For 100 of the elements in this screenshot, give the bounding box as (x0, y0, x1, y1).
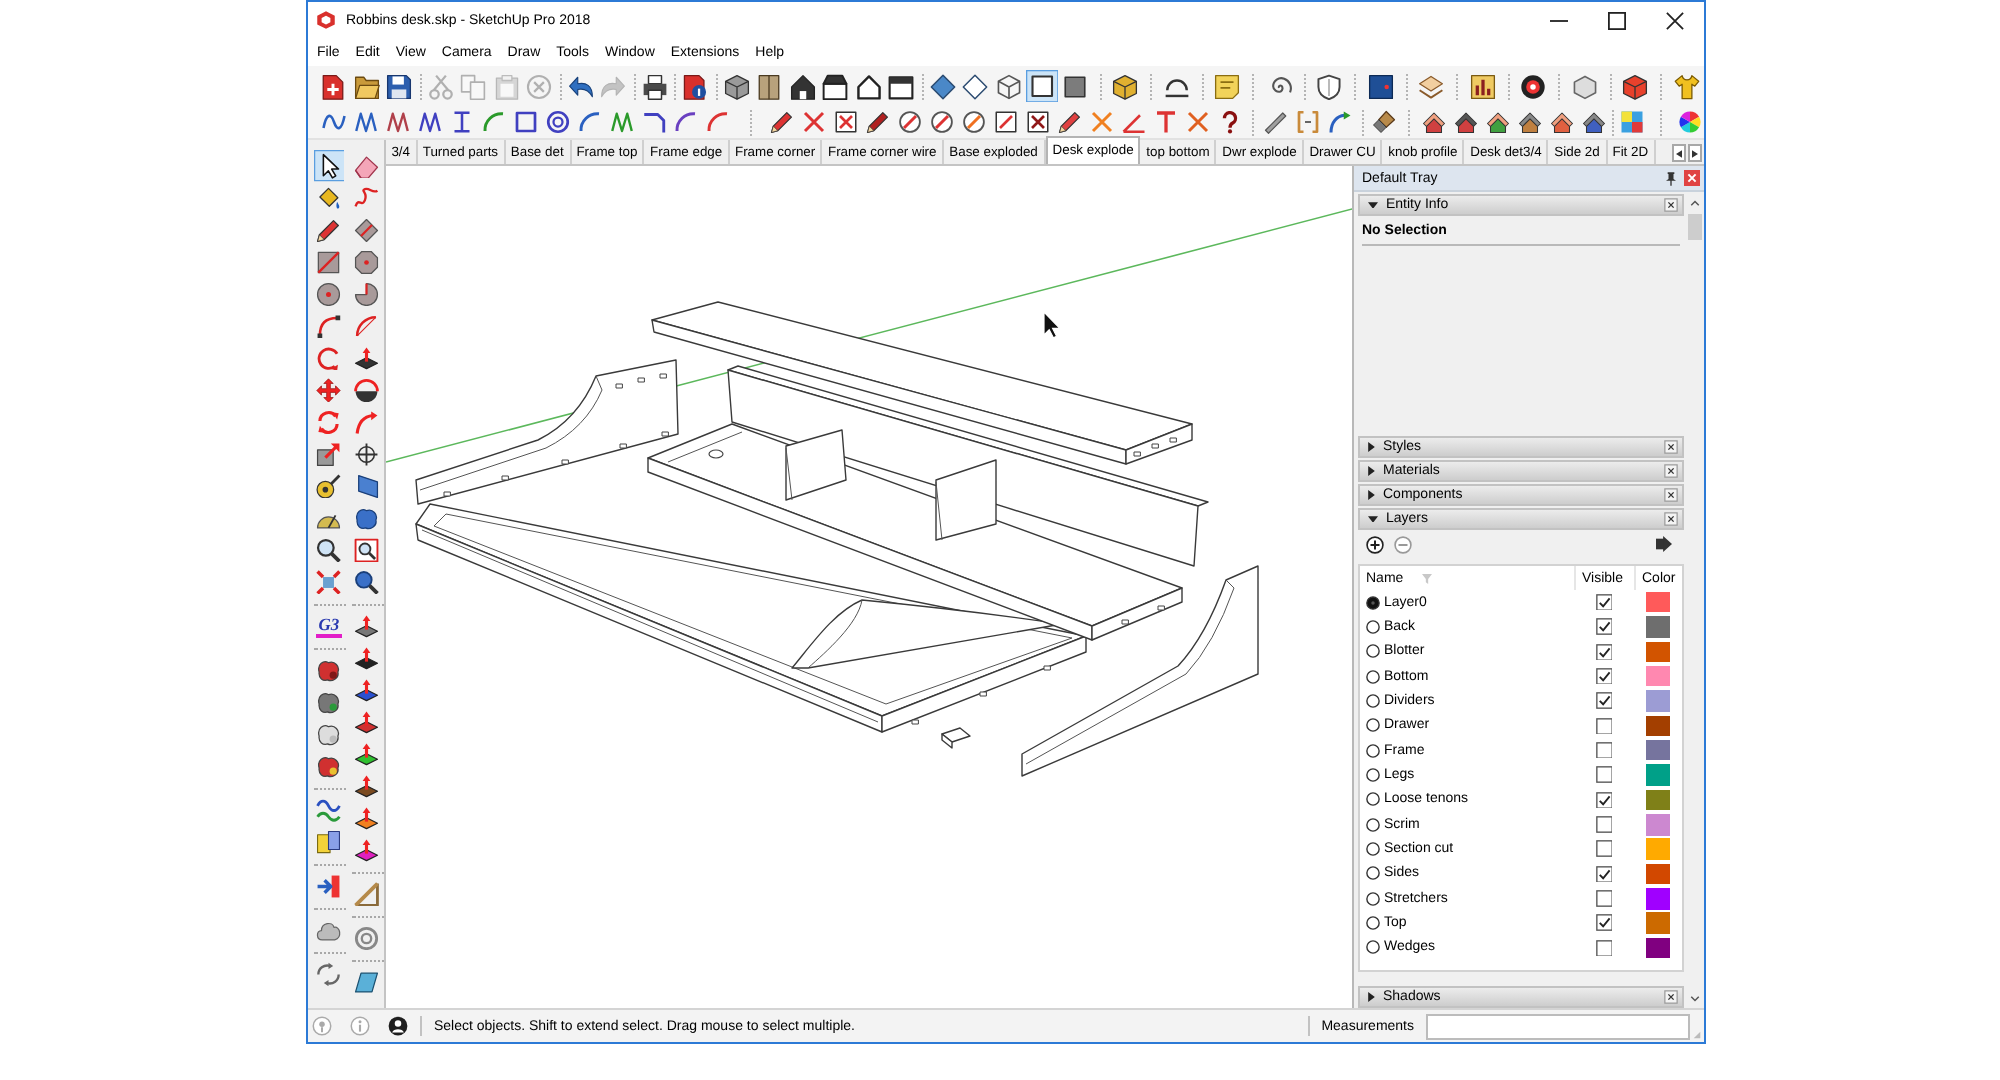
swatch-icon[interactable] (1646, 764, 1670, 786)
arc-over-line-icon[interactable] (1163, 73, 1190, 99)
visibility-checkbox[interactable] (1595, 816, 1613, 834)
corner-arrows-icon[interactable] (316, 569, 342, 595)
bracket-icon[interactable] (1296, 110, 1320, 134)
cube-icon[interactable] (723, 73, 750, 99)
cube-icon[interactable] (1622, 73, 1649, 99)
curve-icon[interactable] (322, 110, 346, 134)
visibility-checkbox[interactable] (1595, 939, 1613, 957)
slab-arrow-icon[interactable] (354, 345, 380, 371)
new-document-icon[interactable] (320, 73, 347, 99)
printer-icon[interactable] (641, 73, 668, 99)
swatch-icon[interactable] (1646, 715, 1670, 737)
crossed-square-icon[interactable] (1026, 110, 1050, 134)
visibility-checkbox[interactable] (1595, 914, 1613, 932)
minimize-icon[interactable] (1550, 19, 1568, 21)
parallelogram-icon[interactable] (354, 969, 380, 995)
layer-radio[interactable] (1366, 792, 1380, 807)
target-icon[interactable] (1520, 73, 1547, 99)
x-mark-icon[interactable] (1186, 110, 1210, 134)
measurements-field[interactable] (1426, 1013, 1690, 1039)
box-front-icon[interactable] (888, 73, 915, 99)
slashed-circle-icon[interactable] (898, 110, 922, 134)
brace-icon[interactable] (354, 881, 380, 907)
layer-radio[interactable] (1366, 916, 1380, 931)
arc-icon[interactable] (578, 110, 602, 134)
roof-icon[interactable] (1518, 110, 1542, 134)
curved-arrow-icon[interactable] (1328, 110, 1352, 134)
folder-icon[interactable] (353, 73, 380, 99)
t-mark-icon[interactable] (1154, 110, 1178, 134)
layer-radio[interactable] (1366, 866, 1380, 881)
undo-icon[interactable] (567, 73, 594, 99)
octagon-icon[interactable] (354, 249, 380, 275)
x-mark-icon[interactable] (802, 110, 826, 134)
curved-arrows-icon[interactable] (316, 961, 342, 987)
layer-radio[interactable] (1366, 718, 1380, 733)
minus-circle-icon[interactable] (1394, 535, 1412, 553)
squiggle-icon[interactable] (354, 185, 380, 211)
swatch-icon[interactable] (1646, 863, 1670, 885)
visibility-checkbox[interactable] (1595, 791, 1613, 809)
layer-radio[interactable] (1366, 620, 1380, 635)
plugin-button[interactable]: G3 (316, 615, 342, 637)
visibility-checkbox[interactable] (1595, 741, 1613, 759)
pencil-icon[interactable] (1058, 110, 1082, 134)
layer-radio[interactable] (1366, 891, 1380, 906)
scroll-right-button[interactable] (1688, 144, 1702, 162)
tape-measure-icon[interactable] (316, 473, 342, 499)
arc-icon[interactable] (674, 110, 698, 134)
layer-radio[interactable] (1366, 940, 1380, 955)
plus-circle-icon[interactable] (1366, 535, 1384, 553)
shirt-icon[interactable] (1673, 73, 1700, 99)
roof-icon[interactable] (1486, 110, 1510, 134)
visibility-checkbox[interactable] (1595, 840, 1613, 858)
close-icon[interactable] (1666, 11, 1684, 29)
cloud-icon[interactable] (316, 917, 342, 943)
layer-radio[interactable] (1366, 768, 1380, 783)
layers-icon[interactable] (1418, 73, 1445, 99)
visibility-checkbox[interactable] (1595, 717, 1613, 735)
pencil-icon[interactable] (866, 110, 890, 134)
open-box-icon[interactable] (822, 73, 849, 99)
slab-arrow-icon[interactable] (354, 645, 380, 671)
visibility-checkbox[interactable] (1595, 865, 1613, 883)
triangle-right-icon[interactable] (1368, 466, 1375, 476)
slab-arrow-icon[interactable] (354, 613, 380, 639)
maximize-icon[interactable] (1608, 11, 1626, 29)
push-arrow-icon[interactable] (316, 873, 342, 899)
layer-radio[interactable] (1366, 842, 1380, 857)
magnifier-icon[interactable] (354, 569, 380, 595)
chevron-down-icon[interactable] (1690, 996, 1700, 1002)
four-arrows-icon[interactable] (316, 377, 342, 403)
slab-arrow-icon[interactable] (354, 773, 380, 799)
curved-arrow-icon[interactable] (354, 409, 380, 435)
crosshair-icon[interactable] (354, 441, 380, 467)
resize-grip-icon[interactable] (1692, 1030, 1702, 1040)
house-outline-icon[interactable] (855, 73, 882, 99)
visibility-checkbox[interactable] (1595, 618, 1613, 636)
visibility-checkbox[interactable] (1595, 766, 1613, 784)
close-icon[interactable] (1664, 990, 1678, 1004)
close-icon[interactable] (1664, 464, 1678, 478)
swatch-icon[interactable] (1646, 814, 1670, 836)
magnifier-icon[interactable] (316, 537, 342, 563)
eraser-icon[interactable] (354, 153, 380, 179)
angle-icon[interactable] (1122, 110, 1146, 134)
slashed-circle-icon[interactable] (930, 110, 954, 134)
layer-radio[interactable] (1366, 644, 1380, 659)
double-door-icon[interactable] (756, 73, 783, 99)
half-circle-icon[interactable] (354, 377, 380, 403)
square-icon[interactable] (316, 249, 342, 275)
diamond-icon[interactable] (354, 217, 380, 243)
chevron-up-icon[interactable] (1690, 200, 1700, 206)
square-outline-icon[interactable] (1025, 69, 1058, 103)
arrow-pointer-icon[interactable] (313, 150, 345, 182)
square-icon[interactable] (514, 110, 538, 134)
blob-icon[interactable] (316, 689, 342, 715)
hexagon-icon[interactable] (1571, 73, 1598, 99)
roof-icon[interactable] (1582, 110, 1606, 134)
swatch-icon[interactable] (1646, 789, 1670, 811)
slab-arrow-icon[interactable] (354, 805, 380, 831)
close-icon[interactable] (1664, 440, 1678, 454)
cards-icon[interactable] (316, 829, 342, 855)
